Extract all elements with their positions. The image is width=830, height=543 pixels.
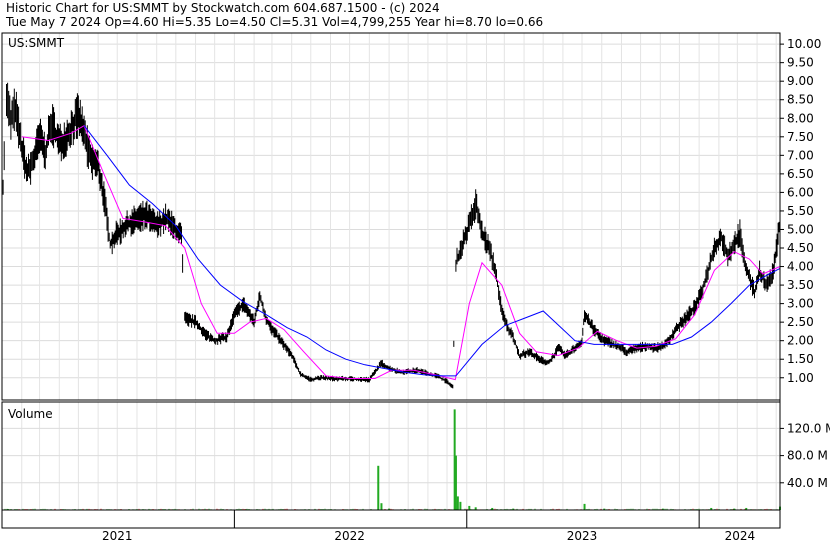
volume-panel-title: Volume	[8, 407, 53, 421]
x-axis-year-label: 2023	[567, 529, 598, 543]
price-tick-label: 9.50	[787, 56, 814, 70]
volume-grid	[2, 427, 780, 484]
price-tick-label: 3.50	[787, 278, 814, 292]
price-tick-label: 8.00	[787, 111, 814, 125]
price-panel-title: US:SMMT	[8, 36, 65, 50]
price-tick-label: 6.00	[787, 185, 814, 199]
stock-chart: 10.00 9.50 9.00 8.50 8.00 7.50 7.00 6.50 6.00 5.5…	[1, 32, 830, 543]
volume-bars	[2, 409, 781, 510]
price-tick-label: 1.50	[787, 352, 814, 366]
price-tick-label: 2.50	[787, 315, 814, 329]
price-tick-label: 10.00	[787, 37, 821, 51]
volume-tick-label: 80.0 M	[787, 449, 828, 463]
price-bars	[1, 82, 780, 389]
price-tick-label: 6.50	[787, 167, 814, 181]
price-series	[1, 82, 781, 389]
volume-tick-label: 40.0 M	[787, 476, 828, 490]
x-axis-year-label: 2024	[725, 529, 756, 543]
price-tick-label: 5.50	[787, 204, 814, 218]
price-tick-label: 3.00	[787, 297, 814, 311]
price-tick-label: 5.00	[787, 222, 814, 236]
price-tick-label: 8.50	[787, 93, 814, 107]
x-axis-year-label: 2022	[334, 529, 365, 543]
x-axis-frame	[1, 509, 781, 529]
panel-frames	[1, 32, 781, 529]
price-tick-label: 4.50	[787, 241, 814, 255]
price-tick-label: 9.00	[787, 74, 814, 88]
price-tick-label: 7.00	[787, 148, 814, 162]
volume-tick-label: 120.0 M	[787, 421, 830, 435]
price-tick-label: 1.00	[787, 371, 814, 385]
price-tick-label: 4.00	[787, 260, 814, 274]
price-tick-label: 7.50	[787, 130, 814, 144]
axis-ticks: 10.00 9.50 9.00 8.50 8.00 7.50 7.00 6.50 6.00 5.5…	[102, 37, 830, 543]
price-tick-label: 2.00	[787, 334, 814, 348]
x-axis-year-label: 2021	[102, 529, 133, 543]
price-grid	[1, 33, 780, 510]
